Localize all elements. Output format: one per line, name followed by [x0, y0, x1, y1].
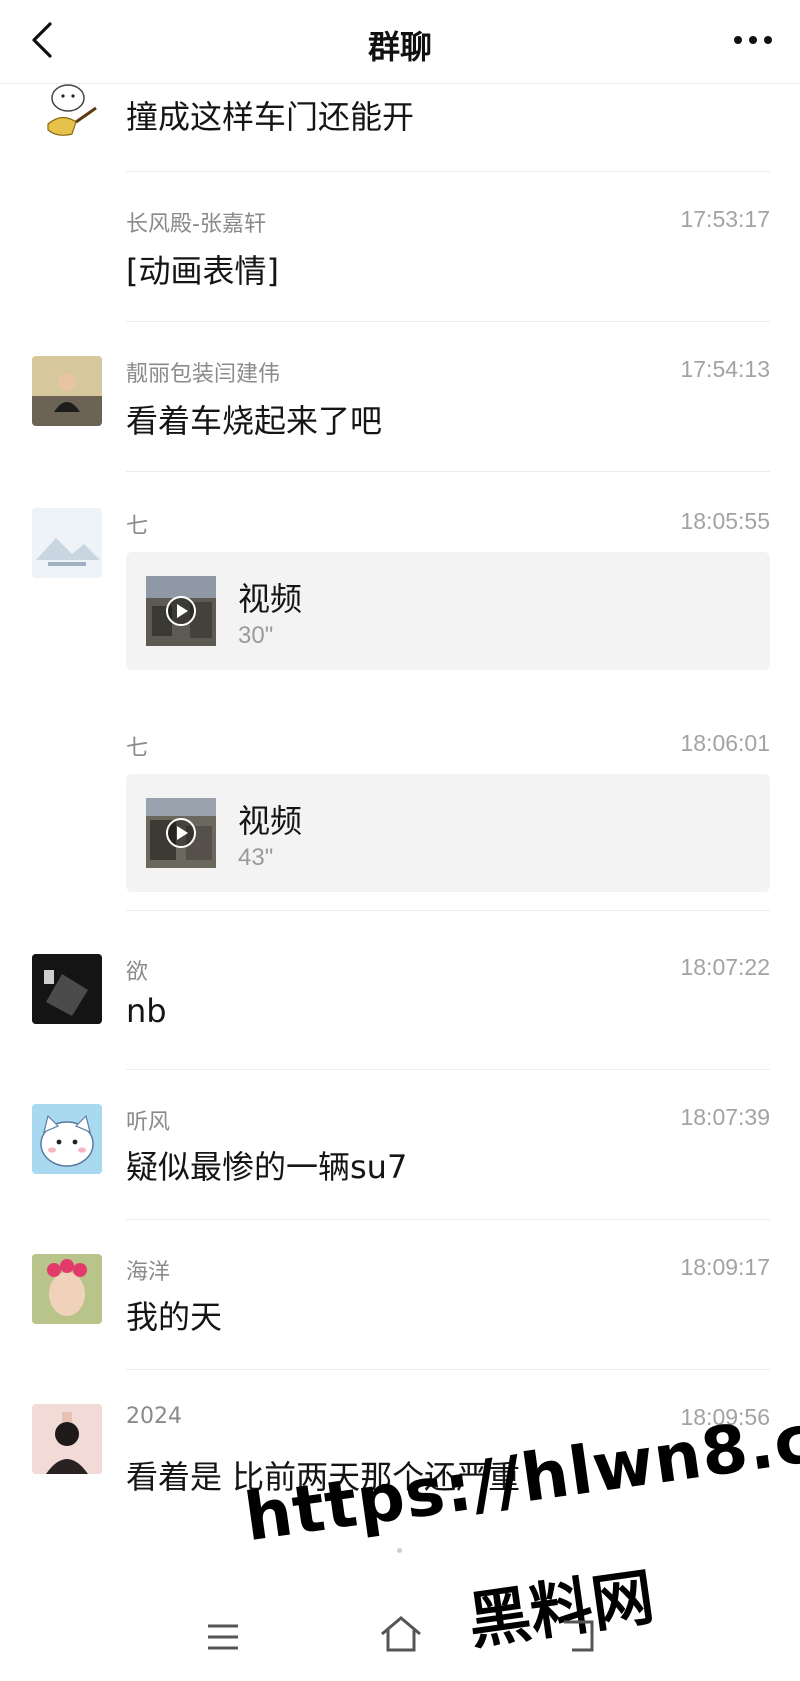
avatar[interactable] — [32, 1104, 102, 1174]
top-bar: 群聊 — [0, 0, 800, 84]
message-time: 18:09:17 — [680, 1254, 770, 1280]
list-item[interactable]: 欲 18:07:22 nb — [0, 954, 800, 1104]
avatar[interactable] — [32, 954, 102, 1024]
divider — [126, 1369, 770, 1370]
sender-name: 欲 — [126, 960, 149, 985]
message-time: 18:05:55 — [680, 508, 770, 534]
home-icon — [381, 1616, 421, 1652]
message-time: 18:07:22 — [680, 954, 770, 980]
message-time: 18:07:39 — [680, 1104, 770, 1130]
message-time: 17:53:17 — [680, 206, 770, 232]
video-duration: 30" — [238, 622, 274, 649]
sender-name: 长风殿-张嘉轩 — [126, 212, 266, 237]
message-text: nb — [126, 992, 167, 1030]
avatar[interactable] — [32, 356, 102, 426]
avatar[interactable] — [32, 84, 102, 142]
video-card[interactable]: 视频 30" — [126, 552, 770, 670]
list-item[interactable]: 听风 18:07:39 疑似最惨的一辆su7 — [0, 1104, 800, 1254]
message-text: 我的天 — [126, 1298, 223, 1336]
message-text: 撞成这样车门还能开 — [126, 98, 415, 136]
video-thumbnail[interactable] — [146, 576, 216, 646]
avatar[interactable] — [32, 1404, 102, 1474]
divider — [126, 1069, 770, 1070]
menu-button[interactable] — [205, 1620, 241, 1654]
more-button[interactable] — [728, 20, 778, 60]
message-time: 17:54:13 — [680, 356, 770, 382]
menu-icon — [208, 1624, 238, 1650]
nav-back-button[interactable] — [558, 1618, 598, 1654]
message-list[interactable]: 撞成这样车门还能开 长风殿-张嘉轩 17:53:17 [动画表情] 靓丽包装闫建… — [0, 84, 800, 1544]
avatar[interactable] — [32, 1254, 102, 1324]
video-title: 视频 — [238, 580, 303, 618]
back-nav-icon — [564, 1620, 594, 1652]
sender-name: 听风 — [126, 1110, 171, 1135]
list-item[interactable]: 长风殿-张嘉轩 17:53:17 [动画表情] — [0, 206, 800, 346]
sender-name: 海洋 — [126, 1260, 171, 1285]
more-dots-icon — [734, 36, 742, 44]
list-item[interactable]: 靓丽包装闫建伟 17:54:13 看着车烧起来了吧 — [0, 356, 800, 506]
divider — [126, 471, 770, 472]
video-title: 视频 — [238, 802, 303, 840]
page-title: 群聊 — [367, 28, 432, 66]
divider — [126, 1219, 770, 1220]
sender-name: 七 — [126, 736, 149, 761]
message-text: 疑似最惨的一辆su7 — [126, 1148, 408, 1186]
sender-name: 七 — [126, 514, 149, 539]
video-thumbnail[interactable] — [146, 798, 216, 868]
avatar[interactable] — [32, 508, 102, 578]
message-text: [动画表情] — [126, 252, 279, 290]
video-duration: 43" — [238, 844, 274, 871]
sender-name: 靓丽包装闫建伟 — [126, 362, 281, 387]
video-card[interactable]: 视频 43" — [126, 774, 770, 892]
sender-name: 2024 — [126, 1404, 182, 1429]
list-item[interactable]: 撞成这样车门还能开 — [0, 84, 800, 172]
divider — [126, 171, 770, 172]
message-text: 看着车烧起来了吧 — [126, 402, 383, 440]
divider — [126, 321, 770, 322]
home-button[interactable] — [378, 1614, 424, 1654]
scroll-indicator — [397, 1548, 402, 1553]
divider — [126, 910, 770, 911]
system-nav-bar — [0, 1590, 800, 1681]
list-item[interactable]: 海洋 18:09:17 我的天 — [0, 1254, 800, 1404]
message-time: 18:06:01 — [680, 730, 770, 756]
